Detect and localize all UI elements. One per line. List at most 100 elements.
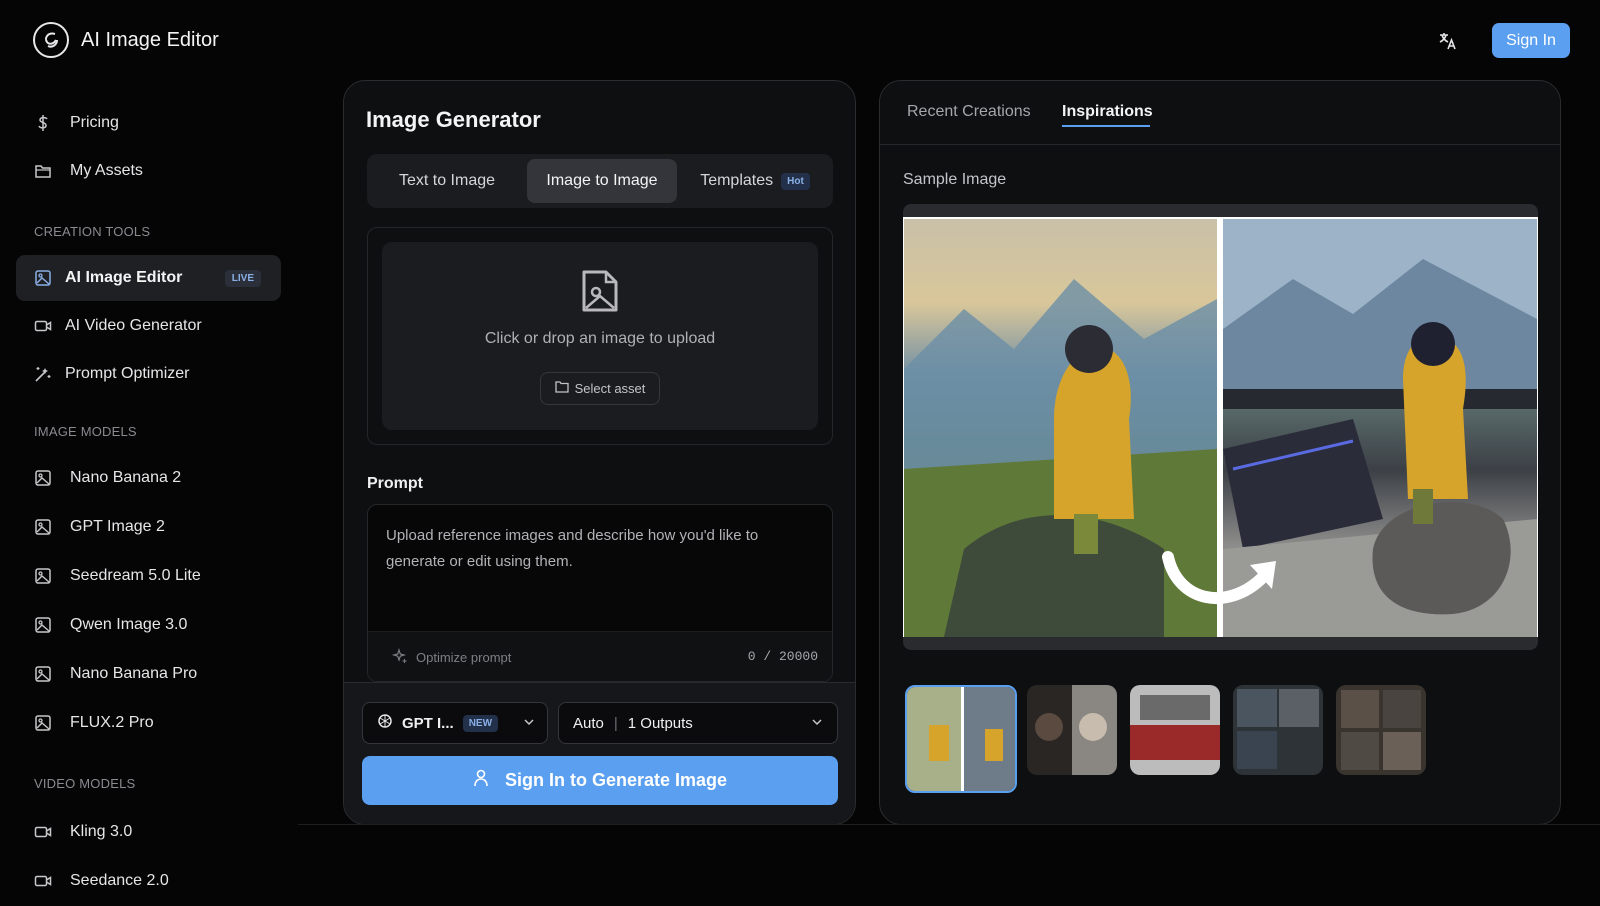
image-icon — [34, 665, 52, 683]
thumbnail-4[interactable] — [1233, 685, 1323, 775]
generate-bar: GPT I... NEW Auto | 1 Outputs Sign In to… — [344, 682, 855, 824]
sidebar-item-label: AI Video Generator — [65, 317, 202, 334]
upload-dropzone[interactable]: Click or drop an image to upload Select … — [382, 242, 818, 430]
select-asset-button[interactable]: Select asset — [540, 372, 660, 405]
sidebar-item-label: Seedream 5.0 Lite — [70, 567, 201, 584]
chevron-down-icon — [811, 716, 823, 731]
sample-image-label: Sample Image — [903, 171, 1007, 188]
magic-wand-icon — [34, 365, 52, 383]
sidebar-item-seedance-2[interactable]: Seedance 2.0 — [16, 858, 281, 904]
tab-templates-label: Templates — [700, 172, 774, 189]
live-badge: LIVE — [224, 270, 261, 287]
thumbnail-3[interactable] — [1130, 685, 1220, 775]
sign-in-button[interactable]: Sign In — [1492, 23, 1570, 58]
sidebar-item-nano-banana-pro[interactable]: Nano Banana Pro — [16, 651, 281, 697]
tab-text-to-image[interactable]: Text to Image — [372, 159, 522, 203]
divider — [298, 824, 1600, 825]
chevron-down-icon — [523, 716, 535, 731]
translate-icon[interactable] — [1436, 29, 1460, 53]
sidebar-item-label: Qwen Image 3.0 — [70, 616, 188, 633]
model-select[interactable]: GPT I... NEW — [362, 702, 548, 744]
image-file-icon — [580, 268, 620, 314]
sidebar-item-label: Nano Banana Pro — [70, 665, 198, 682]
tab-templates[interactable]: Templates Hot — [682, 159, 828, 203]
sample-image-canvas — [903, 217, 1538, 637]
image-icon — [34, 567, 52, 585]
select-asset-label: Select asset — [574, 381, 646, 396]
generate-button-label: Sign In to Generate Image — [504, 770, 728, 790]
image-icon — [34, 469, 52, 487]
section-label-video-models: VIDEO MODELS — [34, 776, 136, 791]
image-icon — [34, 269, 52, 287]
optimize-prompt-button[interactable]: Optimize prompt — [391, 648, 512, 667]
tab-recent-creations[interactable]: Recent Creations — [907, 103, 1031, 121]
folder-icon — [554, 381, 569, 396]
sidebar-item-qwen-image-3[interactable]: Qwen Image 3.0 — [16, 602, 281, 648]
video-icon — [34, 317, 52, 335]
sidebar-item-pricing[interactable]: Pricing — [16, 100, 281, 146]
outputs-value: 1 Outputs — [627, 714, 693, 732]
sparkle-icon — [391, 648, 408, 667]
video-icon — [34, 823, 52, 841]
gallery-panel: Recent Creations Inspirations Sample Ima… — [879, 80, 1561, 825]
sidebar-item-kling-3[interactable]: Kling 3.0 — [16, 809, 281, 855]
sidebar-item-label: Nano Banana 2 — [70, 469, 182, 486]
output-settings-select[interactable]: Auto | 1 Outputs — [558, 702, 838, 744]
sidebar-item-label: My Assets — [70, 162, 143, 179]
image-icon — [34, 518, 52, 536]
sidebar-item-seedream-5-lite[interactable]: Seedream 5.0 Lite — [16, 553, 281, 599]
active-tab-indicator — [1062, 125, 1150, 127]
openai-icon — [377, 713, 393, 733]
sidebar-item-ai-video-generator[interactable]: AI Video Generator — [16, 303, 281, 349]
prompt-placeholder: Upload reference images and describe how… — [386, 527, 759, 570]
character-count: 0 / 20000 — [747, 649, 818, 664]
thumbnail-1[interactable] — [905, 685, 1017, 793]
sidebar-item-prompt-optimizer[interactable]: Prompt Optimizer — [16, 351, 281, 397]
sidebar-item-label: Kling 3.0 — [70, 823, 133, 840]
upload-section: Click or drop an image to upload Select … — [367, 227, 833, 445]
separator: | — [613, 714, 618, 732]
sidebar-item-gpt-image-2[interactable]: GPT Image 2 — [16, 504, 281, 550]
generate-button[interactable]: Sign In to Generate Image — [362, 756, 838, 805]
folder-icon — [34, 162, 52, 180]
mode-tabs: Text to Image Image to Image Templates H… — [367, 154, 833, 208]
new-badge: NEW — [462, 714, 499, 732]
aspect-ratio-value: Auto — [573, 714, 604, 732]
image-icon — [34, 616, 52, 634]
prompt-label: Prompt — [367, 475, 423, 492]
gallery-tabs: Recent Creations Inspirations — [880, 81, 1560, 145]
tab-image-to-image[interactable]: Image to Image — [527, 159, 677, 203]
hot-badge: Hot — [781, 172, 810, 190]
section-label-creation-tools: CREATION TOOLS — [34, 224, 151, 239]
section-label-image-models: IMAGE MODELS — [34, 424, 137, 439]
sidebar-item-label: Prompt Optimizer — [65, 365, 190, 382]
video-icon — [34, 872, 52, 890]
tab-inspirations[interactable]: Inspirations — [1062, 103, 1153, 121]
sidebar-item-ai-image-editor[interactable]: AI Image Editor LIVE — [16, 255, 281, 301]
sidebar-item-nano-banana-2[interactable]: Nano Banana 2 — [16, 455, 281, 501]
sidebar-item-label: GPT Image 2 — [70, 518, 165, 535]
sidebar-item-label: Seedance 2.0 — [70, 872, 169, 889]
image-generator-panel: Image Generator Text to Image Image to I… — [343, 80, 856, 825]
optimize-prompt-label: Optimize prompt — [416, 650, 512, 665]
sidebar-item-flux-2-pro[interactable]: FLUX.2 Pro — [16, 700, 281, 746]
prompt-footer: Optimize prompt 0 / 20000 — [368, 631, 832, 681]
logo-icon — [33, 22, 69, 58]
prompt-textarea[interactable]: Upload reference images and describe how… — [367, 504, 833, 682]
thumbnail-2[interactable] — [1027, 685, 1117, 775]
generator-title: Image Generator — [366, 107, 541, 132]
sidebar-item-label: AI Image Editor — [65, 269, 183, 286]
app-title: AI Image Editor — [81, 28, 219, 51]
sidebar-item-label: Pricing — [70, 114, 119, 131]
sidebar-item-my-assets[interactable]: My Assets — [16, 148, 281, 194]
sidebar-item-label: FLUX.2 Pro — [70, 714, 154, 731]
upload-instructions: Click or drop an image to upload — [484, 330, 716, 347]
model-select-label: GPT I... — [402, 714, 454, 732]
dollar-icon — [34, 114, 52, 132]
image-icon — [34, 714, 52, 732]
brand[interactable]: AI Image Editor — [33, 22, 219, 58]
thumbnail-5[interactable] — [1336, 685, 1426, 775]
transform-arrow-icon — [1162, 551, 1276, 604]
sample-image — [903, 204, 1538, 650]
user-icon — [473, 769, 489, 792]
